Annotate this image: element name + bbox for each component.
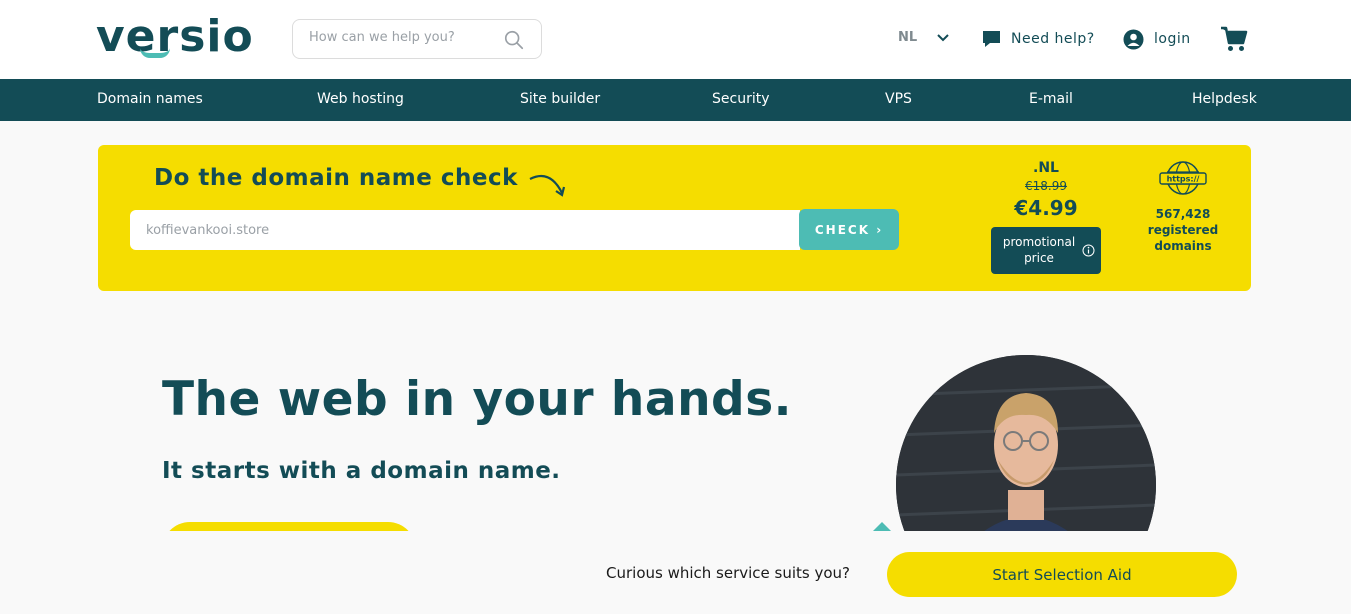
tld-offer: .NL €18.99 €4.99 — [991, 160, 1101, 220]
search-input[interactable] — [309, 30, 489, 45]
nav-item-site-builder[interactable]: Site builder — [520, 91, 600, 107]
nav-item-security[interactable]: Security — [712, 91, 770, 107]
globe-label: https:// — [1167, 175, 1200, 184]
chevron-down-icon[interactable] — [936, 31, 950, 45]
header: versio NL Need help? login — [0, 0, 1351, 79]
cart-icon[interactable] — [1220, 26, 1248, 52]
promo-label: promotional price — [1002, 235, 1076, 265]
language-selector[interactable]: NL — [898, 30, 917, 45]
promotional-price-badge[interactable]: promotional price — [991, 227, 1101, 274]
help-label: Need help? — [1011, 31, 1095, 47]
hero-subtitle: It starts with a domain name. — [162, 458, 561, 484]
versio-logo[interactable]: versio — [96, 14, 266, 60]
selection-aid-bar: Curious which service suits you? Start S… — [0, 531, 1351, 614]
logo-text: versio — [96, 11, 254, 62]
domain-check-title: Do the domain name check — [154, 165, 518, 191]
start-selection-aid-button[interactable]: Start Selection Aid — [887, 552, 1237, 597]
help-link[interactable]: Need help? — [982, 29, 1095, 49]
login-label: login — [1154, 31, 1191, 47]
selection-aid-question: Curious which service suits you? — [606, 564, 851, 582]
tld-name: .NL — [1033, 160, 1059, 176]
nav-item-vps[interactable]: VPS — [885, 91, 912, 107]
registered-domains: 567,428 registered domains — [1143, 206, 1223, 254]
hero-title: The web in your hands. — [162, 372, 793, 427]
main-nav: Domain names Web hosting Site builder Se… — [0, 79, 1351, 121]
registered-count: 567,428 — [1155, 207, 1211, 221]
arrow-icon — [529, 175, 566, 197]
nav-item-domain-names[interactable]: Domain names — [97, 91, 203, 107]
login-link[interactable]: login — [1123, 28, 1191, 50]
registered-label: registered domains — [1147, 223, 1219, 253]
info-icon[interactable] — [1082, 244, 1095, 257]
domain-check-panel: Do the domain name check CHECK › .NL €18… — [98, 145, 1251, 291]
globe-icon: https:// — [1159, 161, 1207, 195]
nav-item-helpdesk[interactable]: Helpdesk — [1192, 91, 1257, 107]
user-icon — [1123, 29, 1144, 49]
nav-item-email[interactable]: E-mail — [1029, 91, 1073, 107]
tld-old-price: €18.99 — [1025, 179, 1067, 193]
search-box — [292, 19, 542, 59]
nav-item-web-hosting[interactable]: Web hosting — [317, 91, 404, 107]
tld-price: €4.99 — [1014, 196, 1078, 220]
chat-icon — [983, 31, 1000, 47]
search-icon[interactable] — [503, 29, 525, 51]
check-button[interactable]: CHECK › — [799, 209, 899, 250]
domain-input[interactable] — [130, 210, 800, 250]
